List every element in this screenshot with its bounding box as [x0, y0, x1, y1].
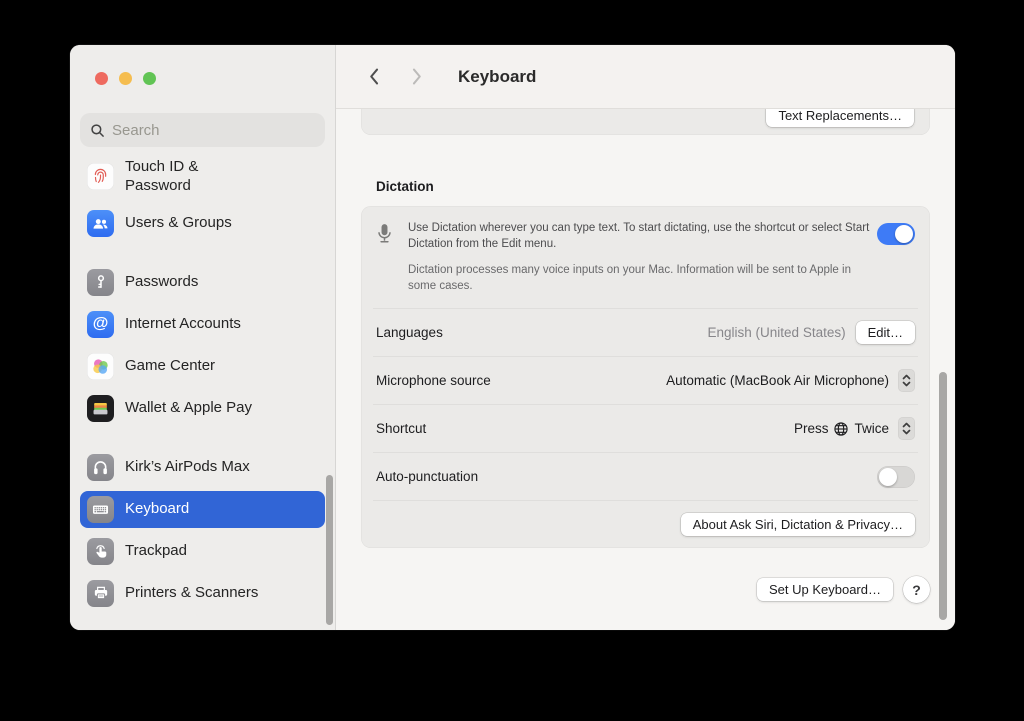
dictation-description-line2: Dictation processes many voice inputs on… [408, 262, 876, 295]
at-icon: @ [87, 311, 114, 338]
auto-punctuation-row: Auto-punctuation [373, 452, 918, 500]
desktop-background: Search Touch ID & Password [0, 0, 1024, 721]
sidebar-item-trackpad[interactable]: Trackpad [80, 533, 325, 570]
sidebar-item-label: Wallet & Apple Pay [125, 399, 252, 418]
about-siri-dictation-privacy-button[interactable]: About Ask Siri, Dictation & Privacy… [681, 513, 915, 536]
printer-icon [87, 580, 114, 607]
toggle-knob [879, 468, 897, 486]
sidebar-item-passwords[interactable]: Passwords [80, 264, 325, 301]
main-scrollbar[interactable] [939, 372, 947, 620]
shortcut-value-suffix: Twice [854, 421, 889, 436]
toggle-knob [895, 225, 913, 243]
shortcut-label: Shortcut [376, 421, 426, 436]
shortcut-value: Press Twice [794, 421, 889, 437]
users-icon [87, 210, 114, 237]
auto-punctuation-toggle[interactable] [877, 466, 915, 488]
sidebar-item-game-center[interactable]: Game Center [80, 348, 325, 385]
dictation-description-line1: Use Dictation wherever you can type text… [408, 220, 876, 253]
shortcut-value-prefix: Press [794, 421, 829, 436]
languages-label: Languages [376, 325, 443, 340]
wallet-icon [87, 395, 114, 422]
sidebar-item-label: Trackpad [125, 542, 187, 561]
sidebar-item-label: Game Center [125, 357, 215, 376]
minimize-window-button[interactable] [119, 72, 132, 85]
microphone-icon [376, 220, 408, 251]
chevron-left-icon [368, 67, 380, 86]
window-controls [70, 45, 335, 85]
about-row: About Ask Siri, Dictation & Privacy… [373, 500, 918, 548]
dictation-card: Use Dictation wherever you can type text… [361, 206, 930, 548]
text-replacements-button[interactable]: Text Replacements… [766, 109, 914, 127]
dictation-description: Use Dictation wherever you can type text… [408, 220, 876, 294]
zoom-window-button[interactable] [143, 72, 156, 85]
help-button[interactable]: ? [903, 576, 930, 603]
sidebar-item-label: Keyboard [125, 500, 189, 519]
sidebar-list: Touch ID & Password Users & Groups [70, 147, 335, 612]
microphone-source-row: Microphone source Automatic (MacBook Air… [373, 356, 918, 404]
search-placeholder: Search [112, 122, 160, 139]
keyboard-icon [87, 496, 114, 523]
back-button[interactable] [366, 67, 382, 86]
sidebar-item-label: Users & Groups [125, 214, 232, 233]
sidebar-item-airpods-max[interactable]: Kirk’s AirPods Max [80, 449, 325, 486]
sidebar-item-label: Kirk’s AirPods Max [125, 458, 250, 477]
sidebar-scrollbar[interactable] [326, 475, 333, 625]
sidebar-item-label: Touch ID & Password [125, 158, 243, 196]
sidebar: Search Touch ID & Password [70, 45, 336, 630]
stepper-chevrons-icon [901, 421, 912, 436]
headphones-icon [87, 454, 114, 481]
stepper-chevrons-icon [901, 373, 912, 388]
main-header: Keyboard [336, 45, 955, 109]
sidebar-item-label: Printers & Scanners [125, 584, 258, 603]
microphone-source-label: Microphone source [376, 373, 491, 388]
sidebar-item-label: Passwords [125, 273, 198, 292]
dictation-enable-row: Use Dictation wherever you can type text… [373, 206, 918, 308]
sidebar-item-users-groups[interactable]: Users & Groups [80, 205, 325, 242]
sidebar-item-touch-id-password[interactable]: Touch ID & Password [80, 154, 325, 200]
sidebar-item-internet-accounts[interactable]: @ Internet Accounts [80, 306, 325, 343]
main-pane: Keyboard Text Replacements… Dictation [336, 45, 955, 630]
forward-button[interactable] [409, 67, 425, 86]
key-icon [87, 269, 114, 296]
dictation-section-title: Dictation [361, 179, 930, 194]
page-title: Keyboard [458, 67, 536, 87]
languages-row: Languages English (United States) Edit… [373, 308, 918, 356]
chevron-right-icon [411, 67, 423, 86]
search-icon [90, 123, 105, 138]
touch-id-icon [87, 163, 114, 190]
game-center-icon [87, 353, 114, 380]
trackpad-icon [87, 538, 114, 565]
shortcut-stepper[interactable] [898, 417, 915, 440]
search-input[interactable]: Search [80, 113, 325, 147]
dictation-toggle[interactable] [877, 223, 915, 245]
microphone-source-stepper[interactable] [898, 369, 915, 392]
settings-scroll-area: Text Replacements… Dictation [336, 109, 955, 630]
auto-punctuation-label: Auto-punctuation [376, 469, 478, 484]
globe-icon [833, 421, 849, 437]
sidebar-item-wallet-apple-pay[interactable]: Wallet & Apple Pay [80, 390, 325, 427]
footer-actions: Set Up Keyboard… ? [361, 576, 930, 603]
sidebar-item-printers-scanners[interactable]: Printers & Scanners [80, 575, 325, 612]
microphone-source-value: Automatic (MacBook Air Microphone) [666, 373, 889, 388]
sidebar-item-keyboard[interactable]: Keyboard [80, 491, 325, 528]
system-settings-window: Search Touch ID & Password [70, 45, 955, 630]
edit-languages-button[interactable]: Edit… [856, 321, 915, 344]
text-section-card: Text Replacements… [361, 109, 930, 135]
close-window-button[interactable] [95, 72, 108, 85]
shortcut-row: Shortcut Press Twice [373, 404, 918, 452]
languages-value: English (United States) [708, 325, 846, 340]
set-up-keyboard-button[interactable]: Set Up Keyboard… [757, 578, 893, 601]
sidebar-item-label: Internet Accounts [125, 315, 241, 334]
